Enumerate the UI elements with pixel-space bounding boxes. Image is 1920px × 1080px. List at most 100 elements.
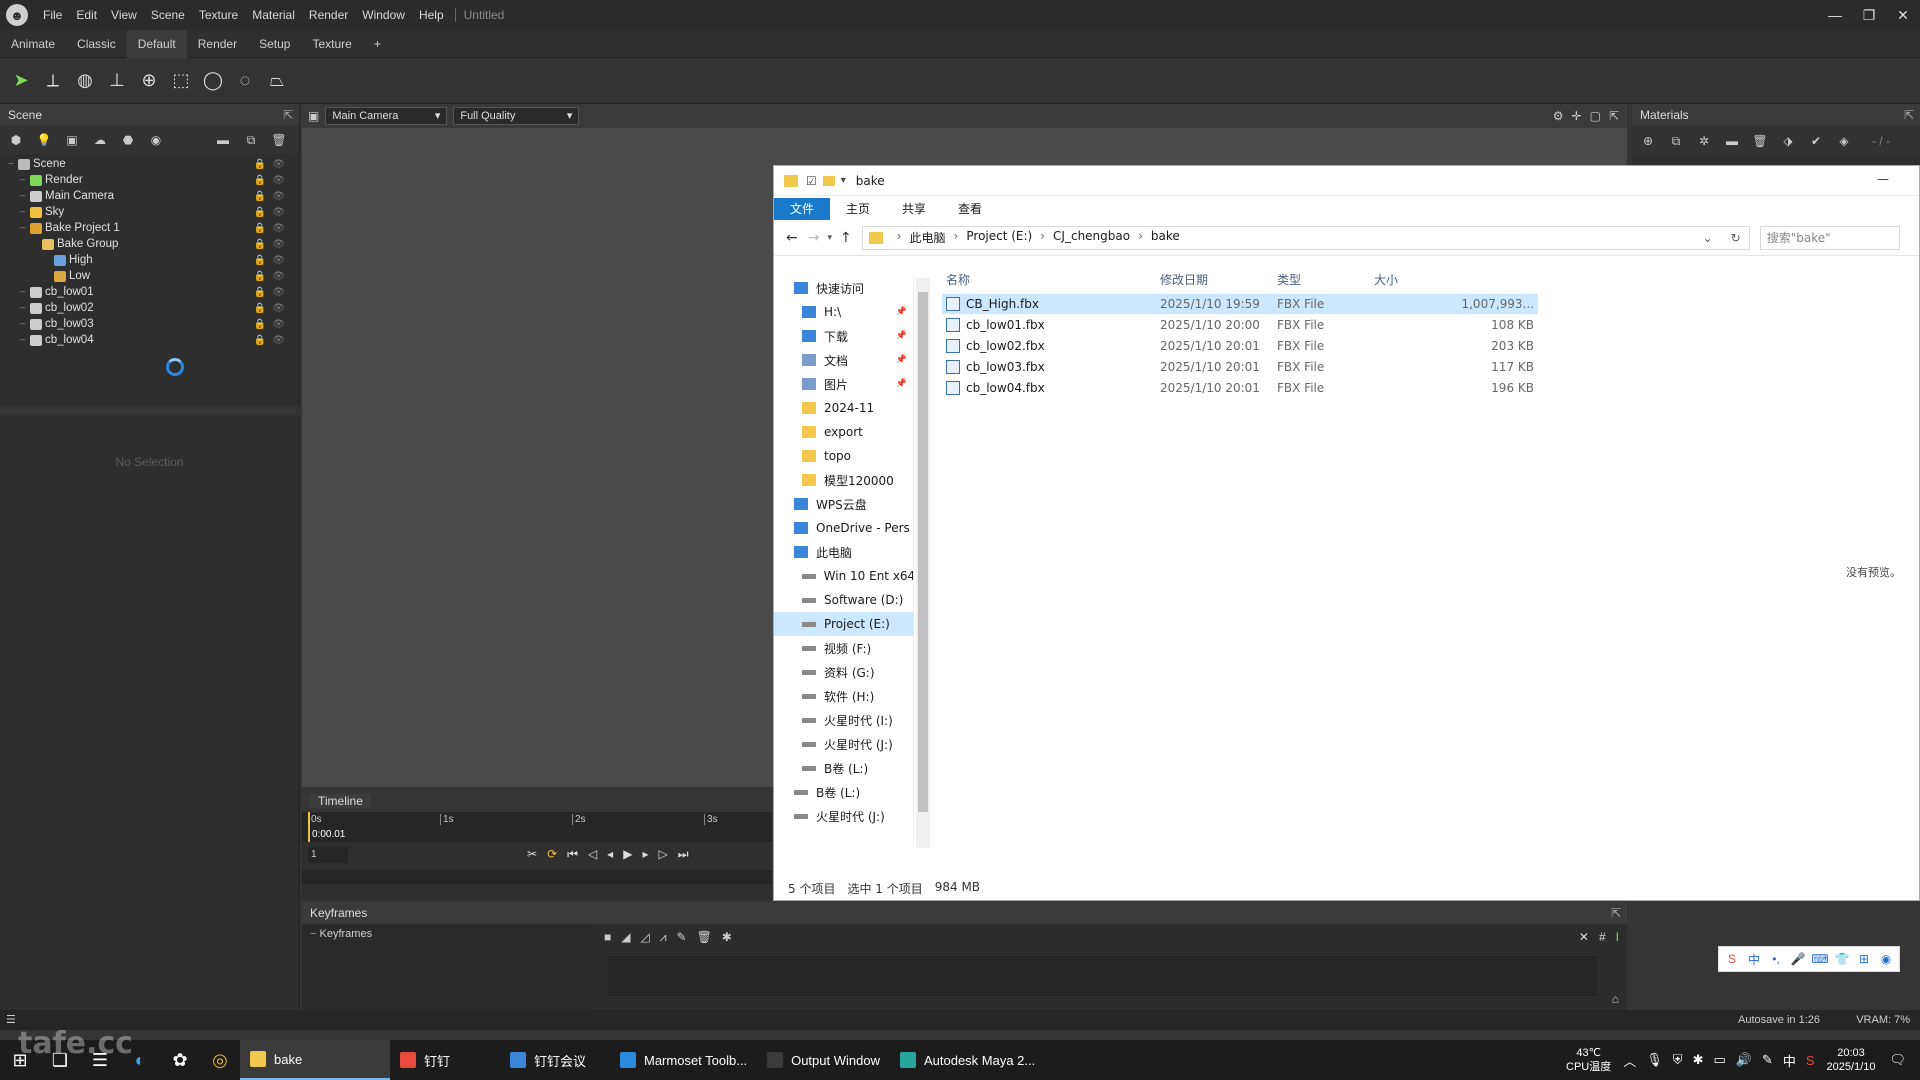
key-snap-icon[interactable]: #: [1599, 930, 1606, 944]
menu-render[interactable]: Render: [302, 8, 355, 22]
pin-icon[interactable]: 📌: [896, 331, 907, 341]
bluetooth-icon[interactable]: ✱: [1693, 1052, 1704, 1068]
close-icon[interactable]: ✕: [1886, 0, 1920, 30]
quick-access-dropdown-icon[interactable]: ▾: [841, 175, 846, 186]
expand-icon[interactable]: −: [20, 335, 30, 346]
play-icon[interactable]: ▶: [623, 847, 632, 862]
lock-visibility-icon[interactable]: 🔒👁: [254, 271, 291, 282]
layout-tab-default[interactable]: Default: [126, 29, 187, 58]
ribbon-tab[interactable]: 主页: [830, 198, 886, 220]
explorer-minimize-icon[interactable]: —: [1877, 172, 1889, 186]
new-folder-icon[interactable]: [822, 175, 835, 186]
chrome-icon[interactable]: ◎: [200, 1040, 240, 1080]
key-curve-icon[interactable]: ◿: [640, 930, 649, 945]
world-gizmo-icon[interactable]: ⊕: [136, 68, 162, 94]
add-camera-icon[interactable]: ▣: [64, 133, 80, 147]
home-icon[interactable]: ⌂: [1612, 992, 1619, 1006]
maximize-icon[interactable]: ❐: [1852, 0, 1886, 30]
playhead[interactable]: [308, 812, 310, 842]
scene-tree-item[interactable]: − cb_low02 🔒👁: [0, 300, 299, 316]
lock-visibility-icon[interactable]: 🔒👁: [254, 255, 291, 266]
camera-select[interactable]: Main Camera ▾: [325, 107, 448, 125]
nav-item[interactable]: 图片 📌: [774, 372, 913, 396]
nav-item[interactable]: B卷 (L:): [774, 756, 913, 780]
notification-icon[interactable]: 🗨: [1889, 1052, 1906, 1068]
scene-tree-item[interactable]: − Bake Project 1 🔒👁: [0, 220, 299, 236]
taskbar-app[interactable]: Marmoset Toolb...: [610, 1040, 757, 1080]
security-icon[interactable]: ⛨: [1673, 1052, 1683, 1068]
step-forward-icon[interactable]: ▸: [642, 847, 648, 862]
column-size[interactable]: 大小: [1374, 266, 1398, 294]
taskbar-app[interactable]: Output Window: [757, 1040, 890, 1080]
scene-tree-item[interactable]: Low 🔒👁: [0, 268, 299, 284]
nav-item[interactable]: Win 10 Ent x64: [774, 564, 913, 588]
menu-window[interactable]: Window: [355, 8, 412, 22]
nav-item[interactable]: 火星时代 (J:): [774, 732, 913, 756]
taskbar-app[interactable]: bake: [240, 1040, 390, 1080]
scene-tree-item[interactable]: − Sky 🔒👁: [0, 204, 299, 220]
viewport-settings-icon[interactable]: ⚙: [1553, 109, 1564, 123]
add-mesh-icon[interactable]: ⬢: [8, 133, 24, 147]
nav-item[interactable]: 火星时代 (I:): [774, 708, 913, 732]
taskbar-app[interactable]: 钉钉会议: [500, 1040, 610, 1080]
ime-toolbar[interactable]: S 中 •, 🎤 ⌨ 👕 ⊞ ◉: [1718, 946, 1900, 972]
properties-icon[interactable]: ☑: [806, 174, 817, 188]
skip-end-icon[interactable]: ⏭: [678, 847, 689, 862]
lock-visibility-icon[interactable]: 🔒👁: [254, 303, 291, 314]
column-date[interactable]: 修改日期: [1160, 266, 1208, 294]
add-light-icon[interactable]: 💡: [36, 133, 52, 147]
recent-dropdown-icon[interactable]: ▾: [827, 233, 832, 243]
keyframes-track-area[interactable]: ■ ◢ ◿ ⩘ ✎ 🗑 ✱ ✕ # I ⌂: [592, 924, 1627, 1010]
circle-select-icon[interactable]: ◯: [200, 68, 226, 94]
duplicate-icon[interactable]: ⧉: [243, 133, 259, 148]
move-gizmo-icon[interactable]: ⟂: [40, 68, 66, 94]
nav-item[interactable]: WPS云盘: [774, 492, 913, 516]
breadcrumb-separator-icon[interactable]: ›: [954, 229, 959, 246]
merge-material-icon[interactable]: ✲: [1696, 134, 1712, 148]
scene-tree-item[interactable]: Bake Group 🔒👁: [0, 236, 299, 252]
expand-icon[interactable]: −: [20, 191, 30, 202]
loop-icon[interactable]: ⟳: [547, 847, 557, 862]
nav-item[interactable]: Software (D:): [774, 588, 913, 612]
breadcrumb-item[interactable]: Project (E:): [966, 229, 1032, 246]
step-back-icon[interactable]: ◂: [607, 847, 613, 862]
popout-icon[interactable]: ⇱: [1611, 906, 1621, 920]
nav-item[interactable]: B卷 (L:): [774, 780, 913, 804]
key-tool-icon[interactable]: ✎: [677, 930, 687, 945]
breadcrumb-item[interactable]: CJ_chengbao: [1053, 229, 1130, 246]
rect-select-icon[interactable]: ⬚: [168, 68, 194, 94]
layout-tab-setup[interactable]: Setup: [248, 30, 301, 58]
tray-chevron-icon[interactable]: ︿: [1623, 1051, 1636, 1070]
skip-start-icon[interactable]: ⏮: [567, 847, 578, 862]
breadcrumb-separator-icon[interactable]: ›: [1040, 229, 1045, 246]
nav-item[interactable]: 2024-11: [774, 396, 913, 420]
key-step-icon[interactable]: ⩘: [660, 930, 667, 945]
scene-tree-item[interactable]: − Scene 🔒👁: [0, 156, 299, 172]
nav-item[interactable]: export: [774, 420, 913, 444]
ime-tool-4[interactable]: ⌨: [1811, 952, 1829, 966]
expand-icon[interactable]: −: [20, 303, 30, 314]
popout-icon[interactable]: ⇱: [283, 108, 293, 122]
nav-item[interactable]: 软件 (H:): [774, 684, 913, 708]
menu-texture[interactable]: Texture: [192, 8, 245, 22]
sogou-icon[interactable]: S: [1806, 1053, 1815, 1068]
file-row[interactable]: CB_High.fbx 2025/1/10 19:59 FBX File 1,007,…: [942, 294, 1538, 314]
menu-material[interactable]: Material: [245, 8, 302, 22]
layout-tab-add[interactable]: +: [363, 30, 392, 58]
frame-field[interactable]: 1: [308, 847, 348, 863]
scale-gizmo-icon[interactable]: ⊥: [104, 68, 130, 94]
column-name[interactable]: 名称: [946, 266, 970, 294]
microphone-icon[interactable]: 🎙: [1646, 1052, 1663, 1068]
expand-icon[interactable]: −: [20, 287, 30, 298]
add-material-icon[interactable]: ⊕: [1640, 134, 1656, 148]
menu-scene[interactable]: Scene: [144, 8, 192, 22]
prev-key-icon[interactable]: ◁: [588, 847, 597, 862]
status-menu-icon[interactable]: ☰: [6, 1013, 16, 1026]
select-arrow-icon[interactable]: ➤: [8, 68, 34, 94]
refresh-icon[interactable]: ↻: [1731, 231, 1741, 245]
lock-visibility-icon[interactable]: 🔒👁: [254, 191, 291, 202]
forward-icon[interactable]: →: [808, 230, 820, 246]
nav-item[interactable]: 快速访问: [774, 276, 913, 300]
layout-tab-render[interactable]: Render: [187, 30, 248, 58]
assign-material-icon[interactable]: ⬗: [1780, 134, 1796, 148]
